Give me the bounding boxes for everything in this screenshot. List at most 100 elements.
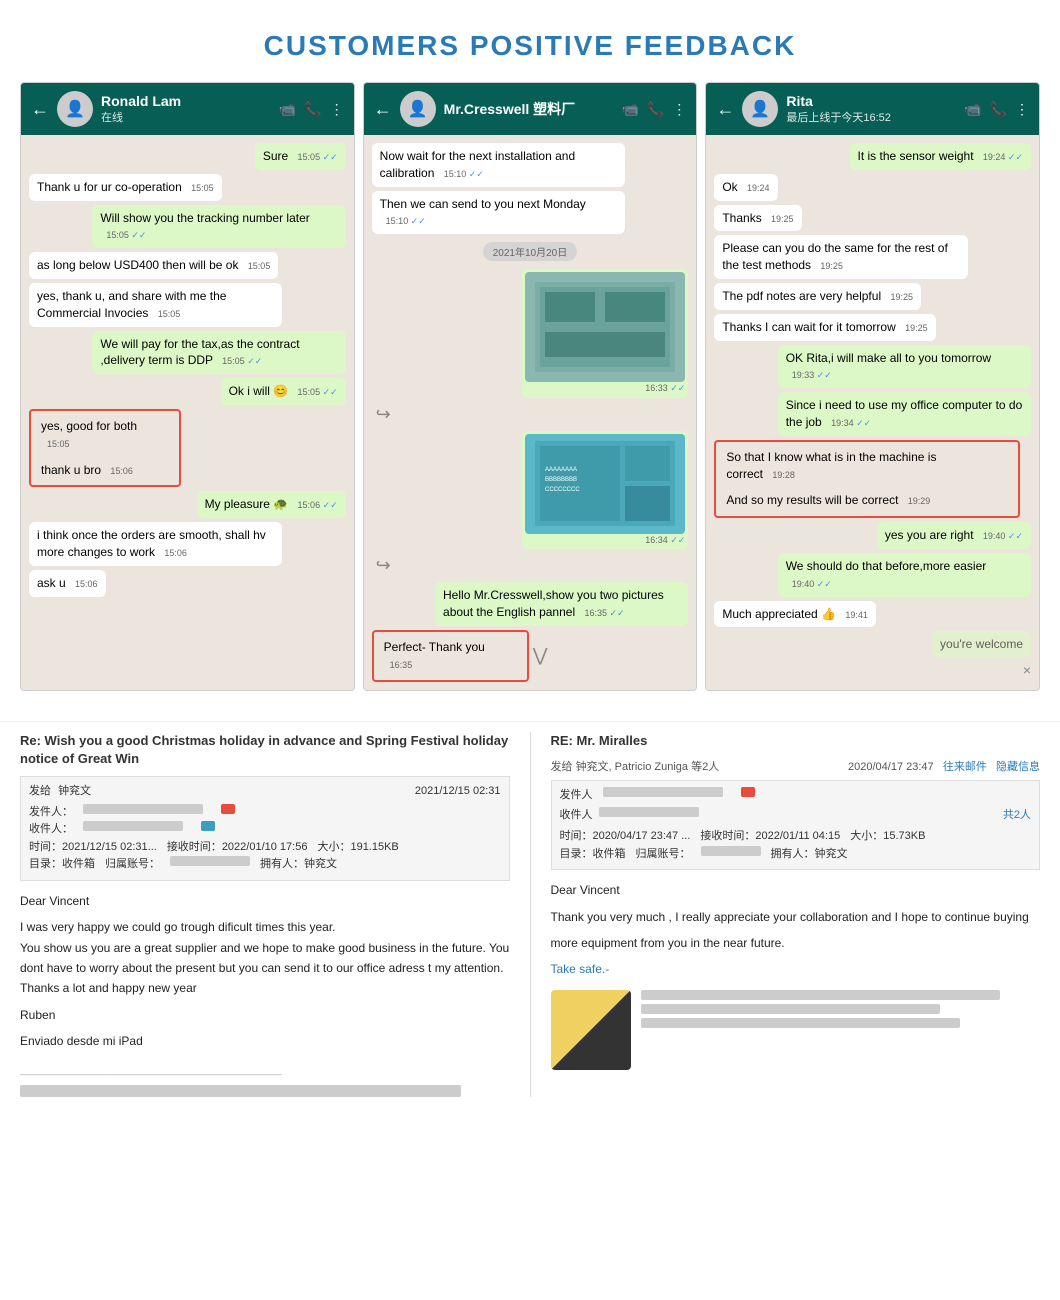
email-body-1: Dear Vincent I was very happy we could g… <box>20 891 510 1097</box>
meta-row-sender-2: 发件人 <box>560 787 1032 805</box>
chat-header-2: ← 👤 Mr.Cresswell 塑料厂 📹 📞 ⋮ <box>364 83 697 135</box>
footer-blurred <box>20 1085 461 1097</box>
received-label-2: 接收时间：2022/01/11 04:15 <box>700 828 840 846</box>
sender-label: 发件人： <box>29 804 73 822</box>
chat-header-3: ← 👤 Rita 最后上线于今天16:52 📹 📞 ⋮ <box>706 83 1039 135</box>
more-icon-2[interactable]: ⋮ <box>672 101 686 118</box>
message: yes, thank u, and share with me the Comm… <box>29 283 282 327</box>
forward-icon-2[interactable]: ↪ <box>372 553 395 578</box>
email-panel-2: RE: Mr. Miralles 发给 钟兖文, Patricio Zuniga… <box>551 732 1041 1097</box>
close-icon[interactable]: × <box>1023 662 1031 678</box>
message: We should do that before,more easier 19:… <box>778 553 1031 597</box>
meta-row-folder: 目录：收件箱 归属账号： 拥有人：钟兖文 <box>29 856 501 874</box>
video-icon-1[interactable]: 📹 <box>279 101 296 118</box>
phone-icon-2[interactable]: 📞 <box>647 101 664 118</box>
forward-icon[interactable]: ↪ <box>372 402 395 427</box>
chat-image-1 <box>525 272 685 382</box>
message: Sure 15:05 ✓✓ <box>255 143 346 170</box>
email-text-blurred <box>641 990 1041 1070</box>
highlight-row: Perfect- Thank you 16:35 ⋁ <box>372 630 548 682</box>
contact-name-2: Mr.Cresswell 塑料厂 <box>444 99 614 119</box>
header-icons-3: 📹 📞 ⋮ <box>964 101 1029 118</box>
highlight-box-3: So that I know what is in the machine is… <box>714 440 1020 518</box>
video-icon-3[interactable]: 📹 <box>964 101 981 118</box>
msg-row: i think once the orders are smooth, shal… <box>29 522 346 566</box>
highlight-box: yes, good for both 15:05 thank u bro 15:… <box>29 409 181 487</box>
msg-row: We should do that before,more easier 19:… <box>714 553 1031 597</box>
sender-badge-2 <box>741 787 755 797</box>
phone-icon-3[interactable]: 📞 <box>990 101 1007 118</box>
chat-window-1: ← 👤 Ronald Lam 在线 📹 📞 ⋮ Sure 15:05 ✓✓ <box>20 82 355 691</box>
avatar-1: 👤 <box>57 91 93 127</box>
email-meta-1: 发给 钟兖文 2021/12/15 02:31 发件人： 收件人： 时间：202… <box>20 776 510 881</box>
message: And so my results will be correct 19:29 <box>718 487 956 514</box>
message: Much appreciated 👍 19:41 <box>714 601 876 628</box>
message: as long below USD400 then will be ok 15:… <box>29 252 278 279</box>
message: So that I know what is in the machine is… <box>718 444 956 488</box>
message: yes you are right 19:40 ✓✓ <box>877 522 1031 549</box>
message: yes, good for both 15:05 <box>33 413 148 457</box>
chats-section: ← 👤 Ronald Lam 在线 📹 📞 ⋮ Sure 15:05 ✓✓ <box>0 82 1060 721</box>
msg-row: Perfect- Thank you 16:35 ⋁ <box>372 630 689 682</box>
msg-row: Please can you do the same for the rest … <box>714 235 1031 279</box>
name-area-1: Ronald Lam 在线 <box>101 93 271 125</box>
size-label: 大小：191.15KB <box>317 839 398 857</box>
header-icons-1: 📹 📞 ⋮ <box>279 101 344 118</box>
more-icon-1[interactable]: ⋮ <box>330 101 344 118</box>
email-panel-1: Re: Wish you a good Christmas holiday in… <box>20 732 510 1097</box>
sender-label-2: 发件人 <box>560 787 593 805</box>
sign-2: Enviado desde mi iPad <box>20 1031 510 1051</box>
email-subject-1: Re: Wish you a good Christmas holiday in… <box>20 732 510 768</box>
sender-badge <box>221 804 235 814</box>
header-icons-2: 📹 📞 ⋮ <box>621 101 686 118</box>
chat-window-2: ← 👤 Mr.Cresswell 塑料厂 📹 📞 ⋮ Now wait for … <box>363 82 698 691</box>
action-links[interactable]: 往来邮件 隐藏信息 <box>943 761 1040 773</box>
phone-icon-1[interactable]: 📞 <box>304 101 321 118</box>
receiver-value <box>83 821 183 831</box>
time-label-2: 时间：2020/04/17 23:47 ... <box>560 828 691 846</box>
back-icon-2[interactable]: ← <box>374 99 392 120</box>
back-icon[interactable]: ← <box>31 99 49 120</box>
more-icon-3[interactable]: ⋮ <box>1015 101 1029 118</box>
divider <box>530 732 531 1097</box>
back-icon-3[interactable]: ← <box>716 99 734 120</box>
meta-row-receiver: 收件人： <box>29 821 501 839</box>
from-value: 钟兖文 <box>58 785 91 797</box>
account: 归属账号： <box>105 856 160 874</box>
msg-row: OK Rita,i will make all to you tomorrow … <box>714 345 1031 389</box>
msg-row: AAAAAAAA BBBBBBBB CCCCCCCC 16:34 ✓✓ <box>372 431 689 550</box>
sender-value <box>83 804 203 814</box>
message: Then we can send to you next Monday 15:1… <box>372 191 625 235</box>
count-label: 共2人 <box>1003 807 1031 825</box>
message: ask u 15:06 <box>29 570 106 597</box>
expand-icon[interactable]: ⋁ <box>533 645 548 666</box>
chat-body-3: It is the sensor weight 19:24 ✓✓ Ok 19:2… <box>706 135 1039 690</box>
svg-text:CCCCCCCC: CCCCCCCC <box>545 487 580 493</box>
meta-row-times: 时间：2021/12/15 02:31... 接收时间：2022/01/10 1… <box>29 839 501 857</box>
email-body-2: Dear Vincent Thank you very much , I rea… <box>551 880 1041 980</box>
message-partial: you're welcome <box>932 631 1031 658</box>
account-2: 归属账号： <box>636 846 691 864</box>
svg-text:AAAAAAAA: AAAAAAAA <box>545 467 577 473</box>
email-footer: ________________________________________… <box>20 1062 510 1079</box>
receiver-label: 收件人： <box>29 821 73 839</box>
msg-row: Will show you the tracking number later … <box>29 205 346 249</box>
msg-row: as long below USD400 then will be ok 15:… <box>29 252 346 279</box>
owner-2: 拥有人：钟兖文 <box>771 846 848 864</box>
email-date: 2021/12/15 02:31 <box>415 783 501 801</box>
message: We will pay for the tax,as the contract … <box>92 331 345 375</box>
body-line1: Thank you very much , I really appreciat… <box>551 907 1041 927</box>
message-image-2: AAAAAAAA BBBBBBBB CCCCCCCC 16:34 ✓✓ <box>522 431 688 550</box>
receiver-label-2: 收件人 <box>560 807 593 825</box>
msg-row: The pdf notes are very helpful 19:25 <box>714 283 1031 310</box>
status-1: 在线 <box>101 109 271 125</box>
size-label-2: 大小：15.73KB <box>850 828 925 846</box>
msg-row: Ok 19:24 <box>714 174 1031 201</box>
message: Will show you the tracking number later … <box>92 205 345 249</box>
body-line2: more equipment from you in the near futu… <box>551 933 1041 953</box>
video-icon-2[interactable]: 📹 <box>621 101 638 118</box>
message: Ok 19:24 <box>714 174 777 201</box>
msg-row: Now wait for the next installation and c… <box>372 143 689 187</box>
meta-row-sender: 发件人： <box>29 804 501 822</box>
msg-row: Then we can send to you next Monday 15:1… <box>372 191 689 235</box>
